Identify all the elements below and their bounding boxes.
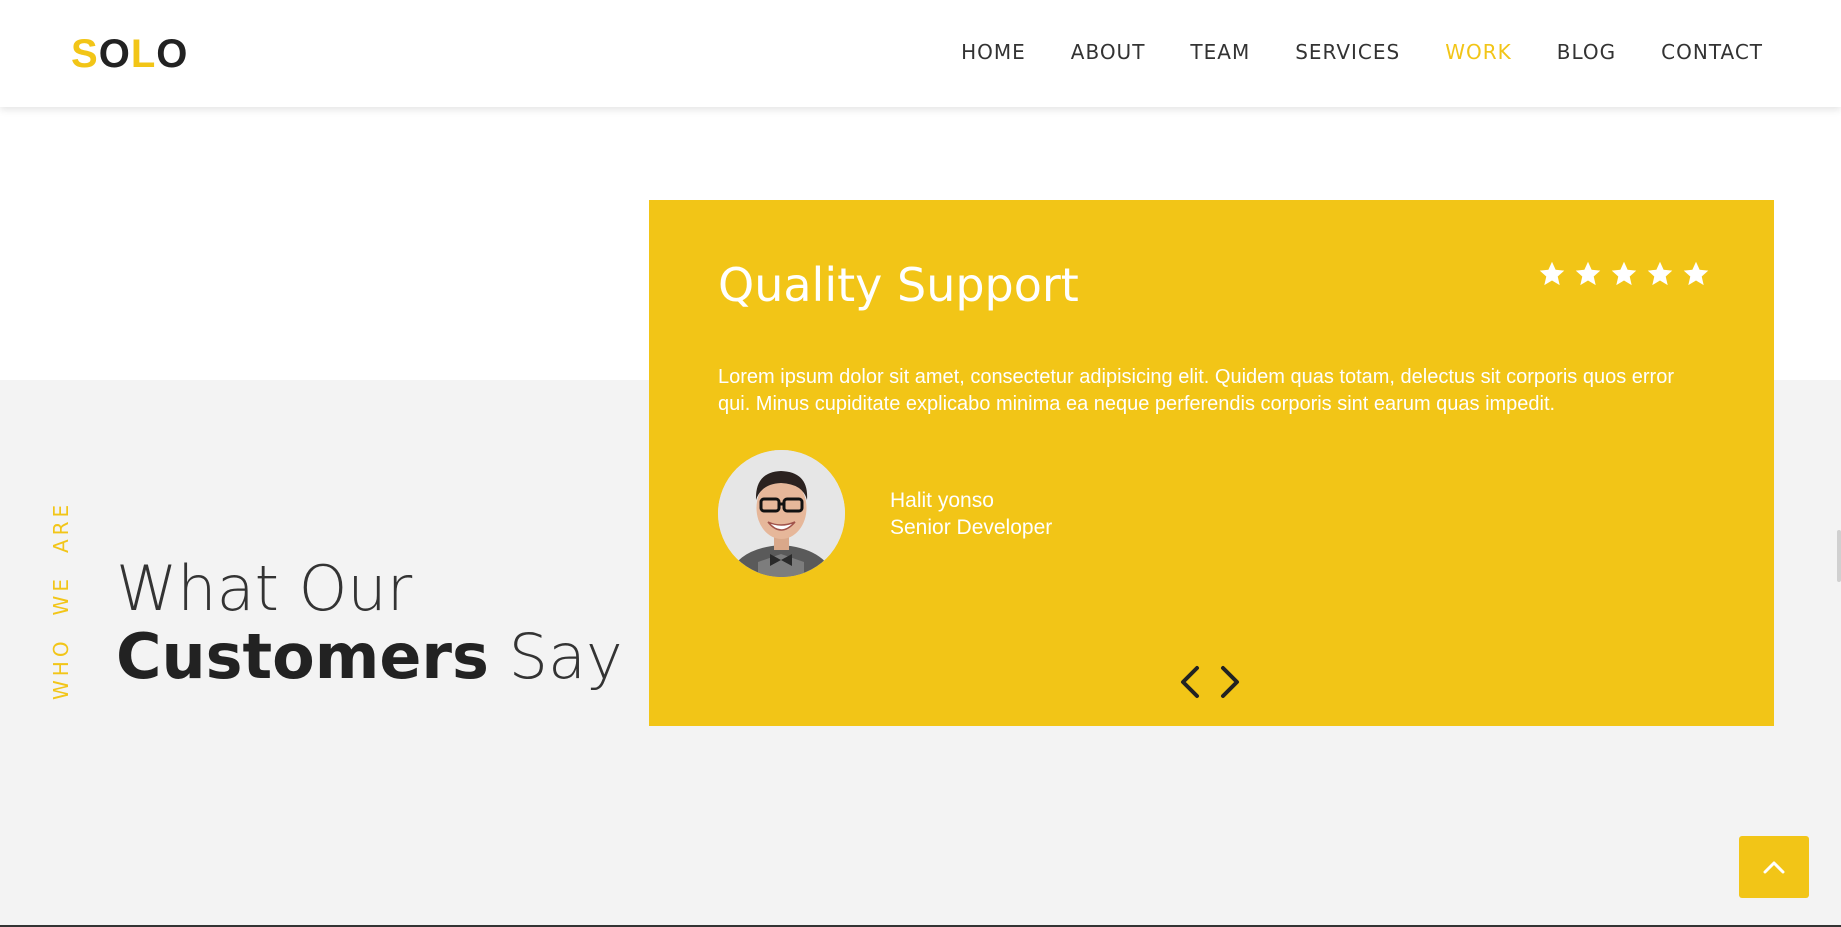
- top-navbar: SOLO HOME ABOUT TEAM SERVICES WORK BLOG …: [0, 0, 1841, 107]
- heading-line-1: What Our: [116, 552, 413, 625]
- tag-word-we: WE: [49, 575, 73, 616]
- author-role: Senior Developer: [890, 516, 1053, 539]
- heading-bold-word: Customers: [116, 620, 489, 693]
- chevron-up-icon: [1763, 861, 1785, 874]
- logo-letter-o: O: [98, 32, 131, 76]
- back-to-top-button[interactable]: [1739, 836, 1809, 898]
- section-heading: What Our Customers Say: [116, 555, 623, 691]
- star-icon: [1611, 261, 1637, 286]
- heading-light-word: Say: [508, 620, 623, 693]
- rating-stars: [1538, 260, 1710, 288]
- nav-work[interactable]: WORK: [1445, 40, 1512, 64]
- tag-word-are: ARE: [49, 500, 73, 554]
- nav-about[interactable]: ABOUT: [1071, 40, 1146, 64]
- chevron-left-icon[interactable]: [1177, 662, 1203, 702]
- testimonial-title: Quality Support: [718, 258, 1079, 312]
- testimonial-card: Quality Support Lorem ipsum dolor sit am…: [649, 200, 1774, 726]
- author-avatar: [718, 450, 845, 577]
- nav-blog[interactable]: BLOG: [1557, 40, 1616, 64]
- carousel-controls: [1177, 662, 1243, 702]
- star-icon: [1647, 261, 1673, 286]
- heading-line-2: Customers Say: [116, 623, 623, 691]
- star-icon: [1683, 261, 1709, 286]
- nav-home[interactable]: HOME: [961, 40, 1026, 64]
- nav-services[interactable]: SERVICES: [1295, 40, 1400, 64]
- page-scrollbar[interactable]: [1837, 530, 1841, 582]
- nav-team[interactable]: TEAM: [1190, 40, 1250, 64]
- person-avatar-icon: [718, 450, 845, 577]
- author-info: Halit yonso Senior Developer: [890, 487, 1052, 541]
- section-tag: WHO WE ARE: [49, 479, 73, 700]
- logo-letter-o2: O: [156, 32, 189, 76]
- author-name: Halit yonso: [890, 489, 994, 512]
- testimonial-text: Lorem ipsum dolor sit amet, consectetur …: [718, 366, 1674, 415]
- tag-word-who: WHO: [49, 637, 73, 700]
- star-icon: [1575, 261, 1601, 286]
- logo-letter-s: S: [71, 32, 99, 76]
- main-nav: HOME ABOUT TEAM SERVICES WORK BLOG CONTA…: [961, 40, 1763, 64]
- logo-letter-l: L: [130, 32, 157, 76]
- site-logo[interactable]: SOLO: [71, 34, 188, 74]
- chevron-right-icon[interactable]: [1217, 662, 1243, 702]
- star-icon: [1539, 261, 1565, 286]
- nav-contact[interactable]: CONTACT: [1661, 40, 1763, 64]
